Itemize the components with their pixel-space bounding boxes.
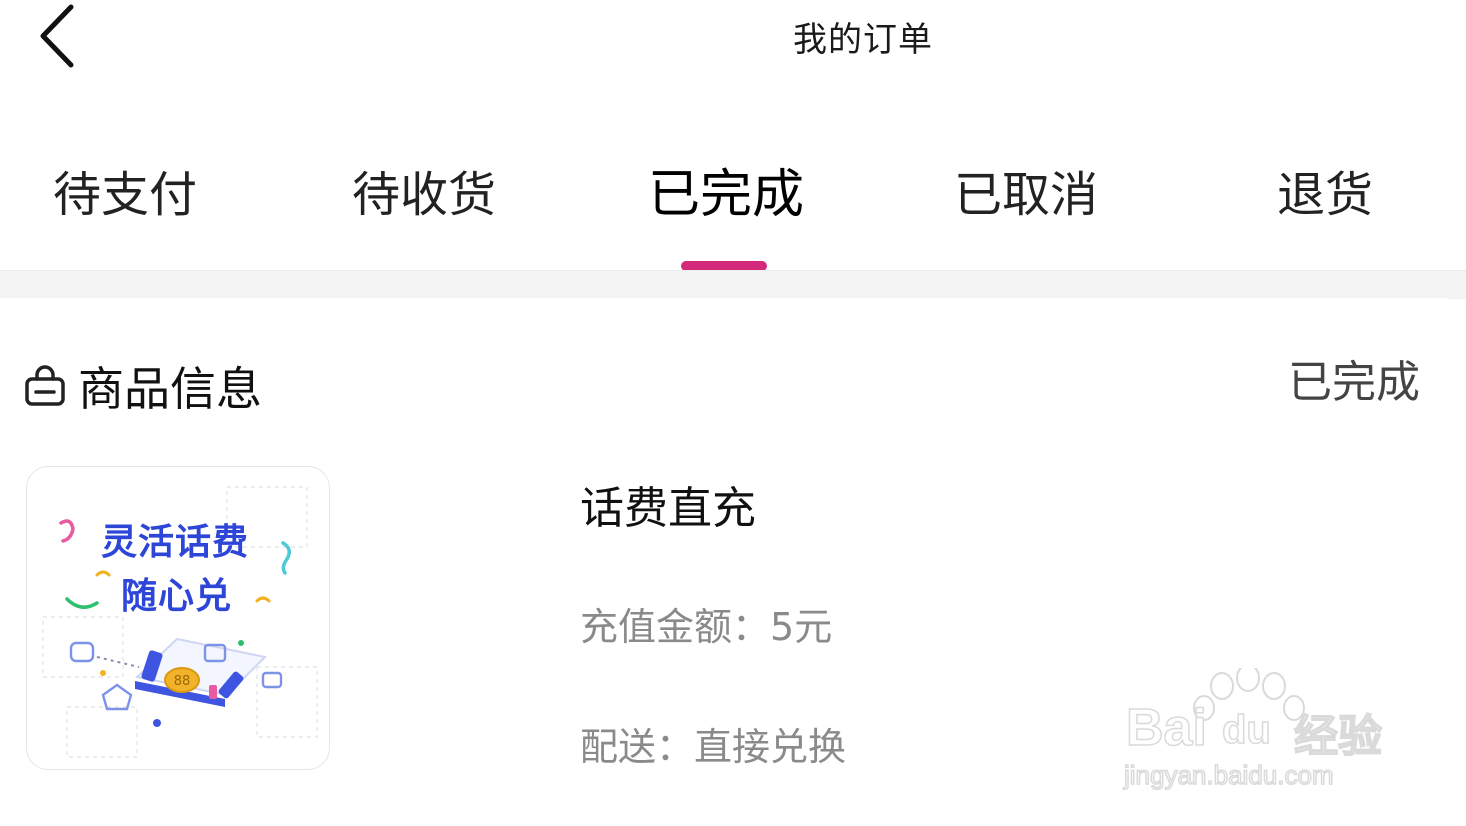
nav-bar: 我的订单 [0, 0, 1466, 110]
recharge-amount-row: 充值金额：5元 [580, 596, 832, 651]
tab-pending-delivery[interactable]: 待收货 [352, 160, 496, 230]
order-tabs: 待支付 待收货 已完成 已取消 退货 [0, 110, 1466, 270]
shopping-bag-icon [24, 365, 66, 407]
thumbnail-text-line1: 灵活话费 [101, 522, 250, 563]
tab-label: 退货 [1277, 167, 1374, 223]
delivery-row: 配送：直接兑换 [580, 716, 846, 771]
order-card[interactable]: 商品信息 已完成 88 灵活话费 随心兑 话费直充 充值金额：5元 配送：直接兑… [0, 298, 1466, 826]
tab-cancelled[interactable]: 已取消 [954, 160, 1098, 230]
delivery-value: 直接兑换 [694, 725, 847, 769]
section-separator [0, 270, 1466, 299]
section-header: 商品信息 [24, 356, 262, 416]
tab-returns[interactable]: 退货 [1277, 160, 1373, 230]
recharge-amount-value: 5元 [770, 605, 833, 649]
tab-label: 已完成 [648, 165, 805, 225]
tab-label: 待收货 [352, 167, 497, 223]
tab-completed[interactable]: 已完成 [648, 160, 804, 230]
thumbnail-text-line2: 随心兑 [121, 576, 233, 617]
page-title: 我的订单 [793, 20, 933, 60]
tab-pending-payment[interactable]: 待支付 [53, 160, 197, 230]
tab-label: 已取消 [954, 167, 1099, 223]
recharge-amount-label: 充值金额： [580, 605, 771, 649]
svg-text:88: 88 [174, 674, 191, 689]
order-status: 已完成 [1288, 357, 1420, 408]
tab-label: 待支付 [53, 167, 198, 223]
delivery-label: 配送： [580, 725, 695, 769]
section-title: 商品信息 [78, 362, 262, 416]
product-thumbnail[interactable]: 88 灵活话费 随心兑 [26, 466, 330, 770]
product-name: 话费直充 [580, 483, 756, 534]
